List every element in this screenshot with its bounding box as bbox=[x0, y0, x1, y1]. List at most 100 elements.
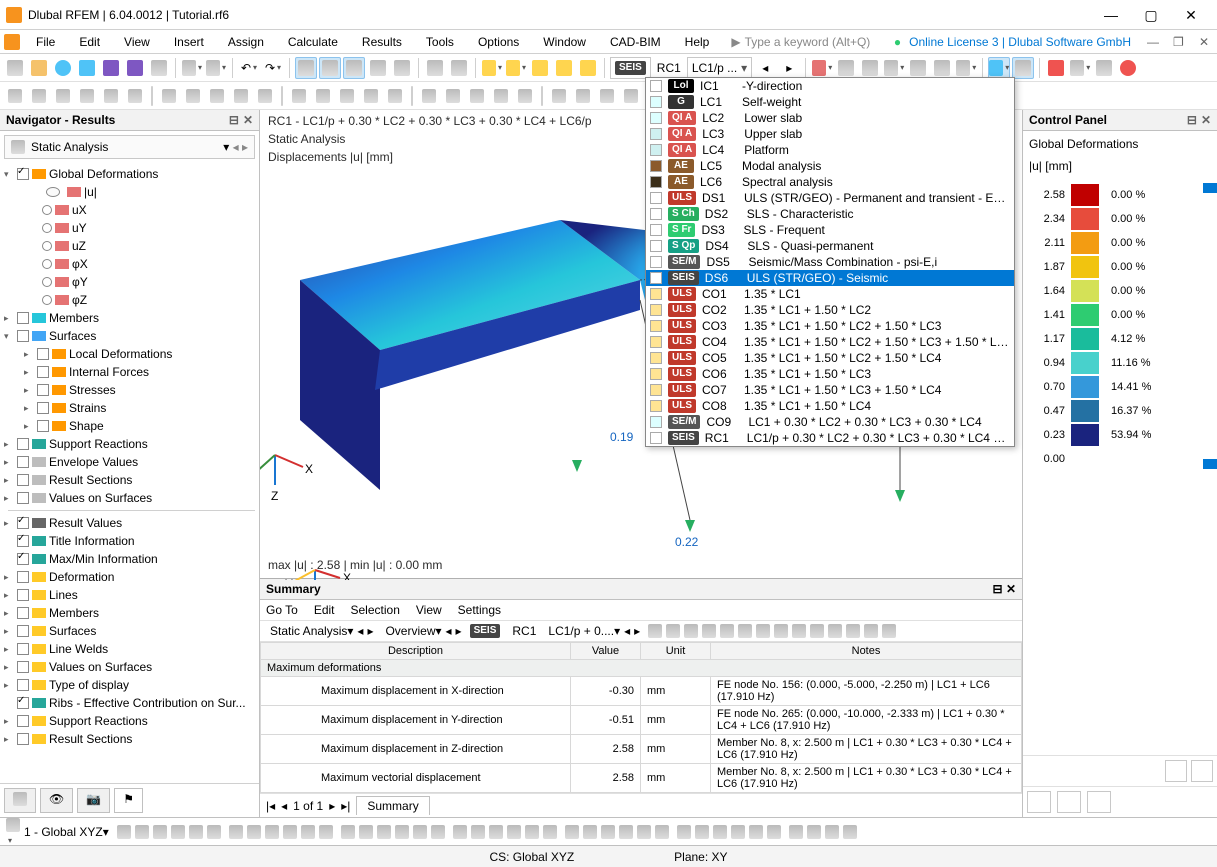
btm-btn-1[interactable] bbox=[135, 825, 149, 839]
tree-linewelds[interactable]: Line Welds bbox=[49, 642, 108, 656]
btm-btn-26[interactable] bbox=[601, 825, 615, 839]
tb2-btn-7[interactable] bbox=[158, 85, 180, 107]
btm-btn-5[interactable] bbox=[207, 825, 221, 839]
tree-phiz[interactable]: φZ bbox=[72, 293, 87, 307]
open-file-button[interactable] bbox=[28, 57, 50, 79]
btm-btn-22[interactable] bbox=[525, 825, 539, 839]
tree-stresses[interactable]: Stresses bbox=[69, 383, 116, 397]
tree-uz[interactable]: uZ bbox=[72, 239, 86, 253]
view-left-button[interactable] bbox=[295, 57, 317, 79]
lc-option[interactable]: ULSCO41.35 * LC1 + 1.50 * LC2 + 1.50 * L… bbox=[646, 334, 1014, 350]
tb2-btn-17[interactable] bbox=[384, 85, 406, 107]
lc-option[interactable]: SE/MDS5Seismic/Mass Combination - psi-E,… bbox=[646, 254, 1014, 270]
summary-menu-go-to[interactable]: Go To bbox=[266, 603, 298, 617]
extra1-button[interactable] bbox=[1045, 57, 1067, 79]
view-grid-button[interactable] bbox=[367, 57, 389, 79]
mdi-restore-icon[interactable]: ❐ bbox=[1173, 35, 1187, 49]
btm-btn-31[interactable] bbox=[695, 825, 709, 839]
tb2-btn-4[interactable] bbox=[100, 85, 122, 107]
tree-ribs[interactable]: Ribs - Effective Contribution on Sur... bbox=[49, 696, 246, 710]
menu-cad-bim[interactable]: CAD-BIM bbox=[602, 33, 669, 51]
btm-btn-11[interactable] bbox=[319, 825, 333, 839]
nav-tab-eye[interactable]: 👁 bbox=[40, 788, 73, 813]
lc-option[interactable]: ULSDS1ULS (STR/GEO) - Permanent and tran… bbox=[646, 190, 1014, 206]
btm-btn-37[interactable] bbox=[807, 825, 821, 839]
summary-menu-edit[interactable]: Edit bbox=[314, 603, 335, 617]
summary-prev1[interactable]: ◂ bbox=[357, 624, 363, 638]
report-button[interactable] bbox=[205, 57, 227, 79]
tree-result-values[interactable]: Result Values bbox=[49, 516, 122, 530]
tb2-btn-27[interactable] bbox=[596, 85, 618, 107]
keyword-search[interactable]: ▶ Type a keyword (Alt+Q) bbox=[731, 35, 886, 49]
table-row[interactable]: Maximum vectorial displacement2.58mmMemb… bbox=[261, 764, 1022, 793]
col-desc[interactable]: Description bbox=[261, 643, 571, 660]
menu-calculate[interactable]: Calculate bbox=[280, 33, 346, 51]
summary-next2[interactable]: ▸ bbox=[456, 624, 462, 638]
btm-btn-39[interactable] bbox=[843, 825, 857, 839]
calc2-button[interactable] bbox=[505, 57, 527, 79]
license-info[interactable]: Online License 3 | Dlubal Software GmbH bbox=[909, 35, 1131, 49]
cpanel-btn-2[interactable] bbox=[1191, 760, 1213, 782]
redo-button[interactable]: ↷ bbox=[262, 57, 284, 79]
lc-option[interactable]: S FrDS3SLS - Frequent bbox=[646, 222, 1014, 238]
btm-btn-29[interactable] bbox=[655, 825, 669, 839]
btm-btn-24[interactable] bbox=[565, 825, 579, 839]
tree-ux[interactable]: uX bbox=[72, 203, 87, 217]
view-right-button[interactable] bbox=[319, 57, 341, 79]
btm-btn-32[interactable] bbox=[713, 825, 727, 839]
col-value[interactable]: Value bbox=[571, 643, 641, 660]
lc-option[interactable]: LolIC1-Y-direction bbox=[646, 78, 1014, 94]
tb2-btn-14[interactable] bbox=[312, 85, 334, 107]
tree-shape[interactable]: Shape bbox=[69, 419, 104, 433]
view-bottom-button[interactable] bbox=[343, 57, 365, 79]
display2-button[interactable] bbox=[1012, 57, 1034, 79]
btm-btn-13[interactable] bbox=[359, 825, 373, 839]
filter1-button[interactable] bbox=[811, 57, 833, 79]
worksheet-button[interactable] bbox=[181, 57, 203, 79]
coordsys-button[interactable] bbox=[6, 818, 20, 846]
summary-close-icon[interactable]: ✕ bbox=[1006, 582, 1016, 596]
lc-seis-chip[interactable]: SEIS bbox=[610, 57, 651, 79]
navigator-selector[interactable]: Static Analysis ▾ ◂ ▸ bbox=[4, 135, 255, 159]
save-button[interactable] bbox=[100, 57, 122, 79]
tree-members[interactable]: Members bbox=[49, 311, 99, 325]
btm-btn-3[interactable] bbox=[171, 825, 185, 839]
cloud-button[interactable] bbox=[52, 57, 74, 79]
lc-option[interactable]: ULSCO51.35 * LC1 + 1.50 * LC2 + 1.50 * L… bbox=[646, 350, 1014, 366]
filter6-button[interactable] bbox=[931, 57, 953, 79]
summary-next1[interactable]: ▸ bbox=[367, 624, 373, 638]
summary-tool-12[interactable] bbox=[864, 624, 878, 638]
summary-combo[interactable]: LC1/p + 0....▾ bbox=[548, 624, 620, 638]
summary-tool-11[interactable] bbox=[846, 624, 860, 638]
calc1-button[interactable] bbox=[481, 57, 503, 79]
btm-btn-23[interactable] bbox=[543, 825, 557, 839]
block-button[interactable] bbox=[76, 57, 98, 79]
extra4-button[interactable] bbox=[1117, 57, 1139, 79]
summary-menu-settings[interactable]: Settings bbox=[458, 603, 501, 617]
tree-sections2[interactable]: Result Sections bbox=[49, 732, 132, 746]
mdi-minimize-icon[interactable]: — bbox=[1147, 35, 1161, 49]
btm-btn-33[interactable] bbox=[731, 825, 745, 839]
btm-btn-25[interactable] bbox=[583, 825, 597, 839]
tree-sections[interactable]: Result Sections bbox=[49, 473, 132, 487]
summary-tool-5[interactable] bbox=[738, 624, 752, 638]
cpanel-pin-icon[interactable]: ⊟ bbox=[1187, 113, 1197, 127]
pager-next[interactable]: ▸ bbox=[329, 799, 335, 813]
lc-option[interactable]: AELC5Modal analysis bbox=[646, 158, 1014, 174]
summary-tool-2[interactable] bbox=[684, 624, 698, 638]
table-row[interactable]: Maximum displacement in Z-direction2.58m… bbox=[261, 735, 1022, 764]
tb2-btn-1[interactable] bbox=[28, 85, 50, 107]
script-button[interactable] bbox=[424, 57, 446, 79]
nav-tab-data[interactable] bbox=[4, 788, 36, 813]
tb2-btn-12[interactable] bbox=[281, 86, 283, 106]
btm-btn-9[interactable] bbox=[283, 825, 297, 839]
summary-tool-7[interactable] bbox=[774, 624, 788, 638]
lc-option[interactable]: AELC6Spectral analysis bbox=[646, 174, 1014, 190]
nav-tab-flag[interactable]: ⚑ bbox=[114, 788, 143, 813]
table-row[interactable]: Maximum displacement in X-direction-0.30… bbox=[261, 677, 1022, 706]
btm-btn-30[interactable] bbox=[677, 825, 691, 839]
nav-close-icon[interactable]: ✕ bbox=[243, 113, 253, 127]
lc-option[interactable]: QI ALC4Platform bbox=[646, 142, 1014, 158]
pager-first[interactable]: |◂ bbox=[266, 799, 275, 813]
calc3-button[interactable] bbox=[529, 57, 551, 79]
